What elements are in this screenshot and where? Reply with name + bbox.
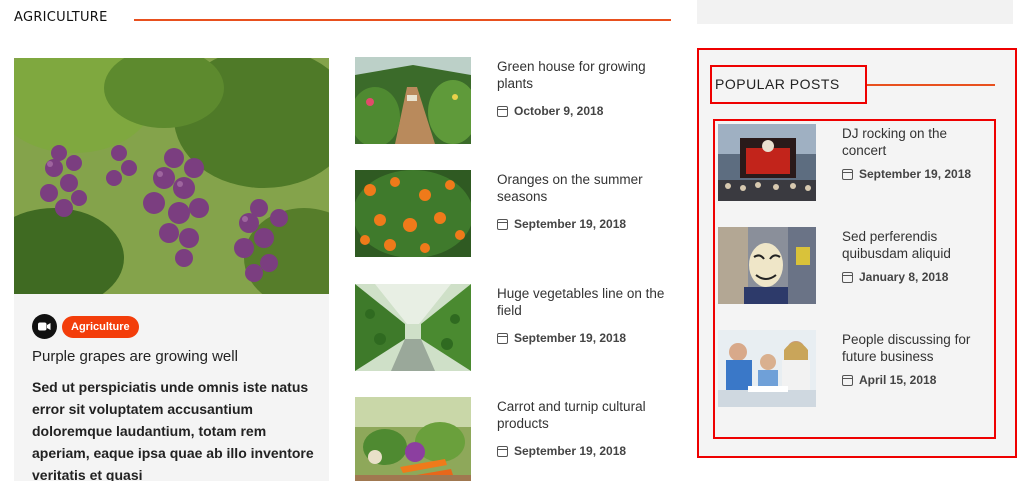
post-title[interactable]: DJ rocking on the concert <box>842 125 992 159</box>
list-item[interactable]: People discussing for future business Ap… <box>718 330 988 410</box>
post-date-text: October 9, 2018 <box>514 104 604 118</box>
post-date: January 8, 2018 <box>842 270 948 284</box>
post-thumbnail[interactable] <box>355 397 471 481</box>
post-date-text: September 19, 2018 <box>514 331 627 345</box>
popular-posts-title: POPULAR POSTS <box>715 76 840 92</box>
post-date: October 9, 2018 <box>497 104 603 118</box>
post-title[interactable]: Oranges on the summer seasons <box>497 171 672 205</box>
post-date-text: September 19, 2018 <box>514 444 627 458</box>
post-date: September 19, 2018 <box>497 217 626 231</box>
calendar-icon <box>497 445 508 457</box>
post-date-text: April 15, 2018 <box>859 373 937 387</box>
video-camera-icon[interactable] <box>32 314 57 339</box>
post-date: April 15, 2018 <box>842 373 936 387</box>
post-list: Green house for growing plants October 9… <box>355 57 675 481</box>
post-thumbnail[interactable] <box>355 57 471 144</box>
calendar-icon <box>497 218 508 230</box>
list-item[interactable]: Oranges on the summer seasons September … <box>355 170 675 258</box>
calendar-icon <box>842 271 853 283</box>
list-item[interactable]: Carrot and turnip cultural products Sept… <box>355 397 675 481</box>
post-thumbnail[interactable] <box>355 170 471 257</box>
post-thumbnail[interactable] <box>355 284 471 371</box>
category-badge[interactable]: Agriculture <box>62 315 139 338</box>
post-title[interactable]: Green house for growing plants <box>497 58 672 92</box>
post-date: September 19, 2018 <box>497 331 626 345</box>
post-thumbnail[interactable] <box>718 124 816 201</box>
post-date: September 19, 2018 <box>842 167 971 181</box>
featured-post-image[interactable] <box>14 58 329 294</box>
section-title-underline <box>134 19 671 21</box>
calendar-icon <box>842 374 853 386</box>
post-title[interactable]: People discussing for future business <box>842 331 992 365</box>
section-title: AGRICULTURE <box>14 10 108 25</box>
calendar-icon <box>497 105 508 117</box>
post-title[interactable]: Huge vegetables line on the field <box>497 285 672 319</box>
post-date-text: September 19, 2018 <box>514 217 627 231</box>
sidebar-top-block <box>697 0 1013 24</box>
popular-posts-underline <box>867 84 995 86</box>
post-thumbnail[interactable] <box>718 330 816 407</box>
post-date-text: January 8, 2018 <box>859 270 949 284</box>
post-date: September 19, 2018 <box>497 444 626 458</box>
calendar-icon <box>497 332 508 344</box>
featured-post-excerpt: Sed ut perspiciatis unde omnis iste natu… <box>32 379 314 481</box>
post-title[interactable]: Sed perferendis quibusdam aliquid <box>842 228 992 262</box>
post-thumbnail[interactable] <box>718 227 816 304</box>
calendar-icon <box>842 168 853 180</box>
list-item[interactable]: Sed perferendis quibusdam aliquid Januar… <box>718 227 988 307</box>
list-item[interactable]: Green house for growing plants October 9… <box>355 57 675 145</box>
list-item[interactable]: DJ rocking on the concert September 19, … <box>718 124 988 204</box>
featured-post-card[interactable]: Agriculture Purple grapes are growing we… <box>14 58 329 481</box>
list-item[interactable]: Huge vegetables line on the field Septem… <box>355 284 675 372</box>
post-title[interactable]: Carrot and turnip cultural products <box>497 398 672 432</box>
featured-post-title[interactable]: Purple grapes are growing well <box>32 348 238 365</box>
post-date-text: September 19, 2018 <box>859 167 972 181</box>
